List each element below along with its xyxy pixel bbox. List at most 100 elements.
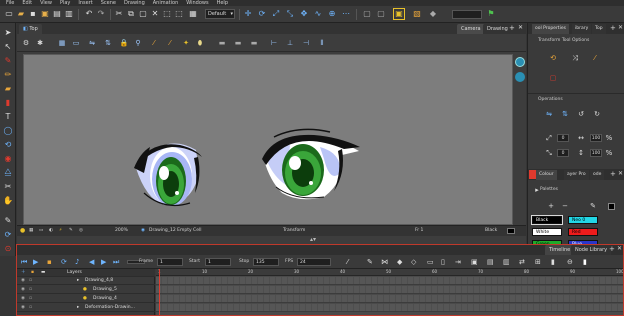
bulb-status-icon[interactable]: ● — [20, 228, 25, 234]
select-all-icon[interactable]: ⬚ — [162, 9, 172, 19]
scale-icon[interactable]: ⤢ — [271, 9, 281, 19]
paint-tool-icon[interactable]: ▮ — [2, 96, 14, 108]
align-right-icon[interactable]: ⊣ — [301, 38, 311, 48]
snap-icon[interactable]: ▣ — [393, 8, 405, 20]
frame-status-icon[interactable]: ▭ — [39, 228, 43, 234]
stroke3-icon[interactable]: ▬ — [249, 38, 259, 48]
width-field[interactable]: 100 — [590, 134, 602, 142]
swatch-options-icon[interactable]: ✎ — [588, 201, 598, 211]
zoom-tool-icon[interactable]: ✎ — [2, 214, 14, 226]
tab-layer-properties[interactable]: ayer Pro — [564, 170, 589, 180]
record-icon[interactable]: ▪ — [47, 258, 52, 266]
brush-tool-icon[interactable]: ✎ — [2, 54, 14, 66]
delete-layer-icon[interactable]: ▬ — [41, 269, 45, 277]
layer-visible-icon[interactable]: ◉ — [21, 304, 25, 312]
eraser-tool-icon[interactable]: ▰ — [2, 82, 14, 94]
pen-size-icon[interactable]: ⁄ — [165, 38, 175, 48]
close-timeline-icon[interactable]: ✕ — [617, 245, 622, 252]
pencil-tool-icon[interactable]: ✏ — [2, 68, 14, 80]
cut-icon[interactable]: ✂ — [114, 9, 124, 19]
start-field[interactable]: 1 — [205, 258, 231, 266]
tab-library[interactable]: ibrary — [572, 24, 592, 34]
flip-horizontal-icon[interactable]: ⇋ — [544, 109, 554, 119]
contour-editor-icon[interactable]: ↖ — [2, 40, 14, 52]
flag-icon[interactable]: ⚑ — [486, 9, 496, 19]
view-options-icon[interactable]: ✱ — [35, 38, 45, 48]
skew-icon[interactable]: ⤡ — [285, 9, 295, 19]
extend-icon[interactable]: ⇥ — [455, 258, 461, 266]
splitter-arrows-icon[interactable]: ▴▾ — [310, 236, 316, 243]
next-frame-icon[interactable]: ▶ — [101, 258, 106, 266]
close-view-icon[interactable]: ✕ — [518, 24, 523, 31]
layer-lock-icon[interactable]: ▫ — [29, 277, 32, 285]
add-color-panel-icon[interactable]: + — [610, 170, 616, 178]
export-icon[interactable]: ▣ — [40, 9, 50, 19]
expose-icon[interactable]: ▣ — [471, 258, 478, 266]
timeline-menu-icon[interactable]: ▮ — [583, 258, 587, 266]
layer-row[interactable]: ◉ ▫ ▸ Drawing_4,8 — [17, 277, 155, 285]
shape-tool-icon[interactable]: ◯ — [2, 124, 14, 136]
undo-icon[interactable]: ↶ — [84, 9, 94, 19]
swatch-0[interactable]: Black — [531, 215, 563, 225]
paste-icon[interactable]: ▢ — [138, 9, 148, 19]
close-color-panel-icon[interactable]: ✕ — [618, 170, 623, 177]
layer-row[interactable]: ◉ ▫ ▸ Deformation-Drawin... — [17, 304, 155, 312]
pos-x-field[interactable]: 0 — [557, 134, 569, 142]
flip-vertical-icon[interactable]: ⇅ — [560, 109, 570, 119]
play-icon[interactable]: ▶ — [33, 258, 38, 266]
bone-icon[interactable]: ⚲ — [133, 38, 143, 48]
markers-icon[interactable]: ⊞ — [535, 258, 541, 266]
grid-toggle-icon[interactable]: ▦ — [57, 38, 67, 48]
brush-status-icon[interactable]: ✎ — [69, 228, 73, 234]
brush-select-icon[interactable]: ⁄ — [590, 53, 600, 63]
fps-field[interactable]: 24 — [297, 258, 331, 266]
grid-icon[interactable]: ▧ — [412, 9, 422, 19]
add-timeline-icon[interactable]: + — [609, 245, 615, 253]
eye-status-icon[interactable]: ◎ — [79, 228, 83, 234]
frame-ruler[interactable]: 1102030405060708090100 — [156, 269, 623, 276]
distribute-icon[interactable]: ⫴ — [317, 38, 327, 48]
layer-row[interactable]: ◉ ▫ ● Drawing_4 — [17, 295, 155, 303]
swatch-2[interactable]: White — [532, 228, 562, 236]
view-menu-icon[interactable]: ⚙ — [21, 38, 31, 48]
light-table-icon[interactable]: ▢ — [376, 9, 386, 19]
star-icon[interactable]: ✦ — [181, 38, 191, 48]
draw-key-icon[interactable]: ⁄ — [347, 258, 348, 266]
layer-lock-icon[interactable]: ▫ — [29, 304, 32, 312]
transform-mode-icon[interactable]: ⤨ — [570, 53, 580, 63]
scene-marker-icon[interactable]: ▮ — [551, 258, 555, 266]
layer-visible-icon[interactable]: ◉ — [21, 286, 25, 294]
add-panel-icon[interactable]: + — [610, 24, 616, 32]
rotate-view-icon[interactable]: ⟳ — [2, 228, 14, 240]
add-swatch-icon[interactable]: + — [546, 201, 556, 211]
add-drawing-icon[interactable]: ▪ — [31, 269, 34, 277]
stop-motion-icon[interactable]: ▥ — [503, 258, 510, 266]
height-field[interactable]: 100 — [590, 149, 602, 157]
tab-timeline[interactable]: Timeline — [545, 245, 575, 255]
swatch-3[interactable]: Red — [568, 228, 598, 236]
print-icon[interactable]: ▤ — [52, 9, 62, 19]
key-icon[interactable]: ◆ — [428, 9, 438, 19]
lasso-tool-icon[interactable]: ⟲ — [2, 138, 14, 150]
lasso-select-icon[interactable]: ⟲ — [548, 53, 558, 63]
dropper-tool-icon[interactable]: ⧋ — [2, 166, 14, 178]
open-folder-icon[interactable]: ▰ — [16, 9, 26, 19]
navigator-icon[interactable] — [515, 57, 525, 67]
align-left-icon[interactable]: ⊢ — [269, 38, 279, 48]
stroke-icon[interactable]: ▬ — [217, 38, 227, 48]
rotate-cw-icon[interactable]: ↻ — [592, 109, 602, 119]
swatch-1[interactable]: Neo 0 — [568, 216, 598, 224]
onion-status-icon[interactable]: ◐ — [49, 228, 53, 234]
last-frame-icon[interactable]: ⏭ — [113, 258, 119, 266]
transform-cross-icon[interactable]: ✛ — [243, 9, 253, 19]
redo-icon[interactable]: ↷ — [96, 9, 106, 19]
tab-top[interactable]: ◧ Top — [19, 24, 42, 34]
layer-lock-icon[interactable]: ▫ — [29, 286, 32, 294]
current-color-icon[interactable] — [608, 203, 615, 210]
cell-icon[interactable]: ▭ — [427, 258, 434, 266]
layer-visible-icon[interactable]: ◉ — [21, 277, 25, 285]
tab-node-library[interactable]: Node Library — [571, 245, 612, 255]
keyframe-add-icon[interactable]: ◆ — [397, 258, 402, 266]
rotate-ccw-icon[interactable]: ↺ — [576, 109, 586, 119]
hand-tool-icon[interactable]: ✋ — [2, 194, 14, 206]
